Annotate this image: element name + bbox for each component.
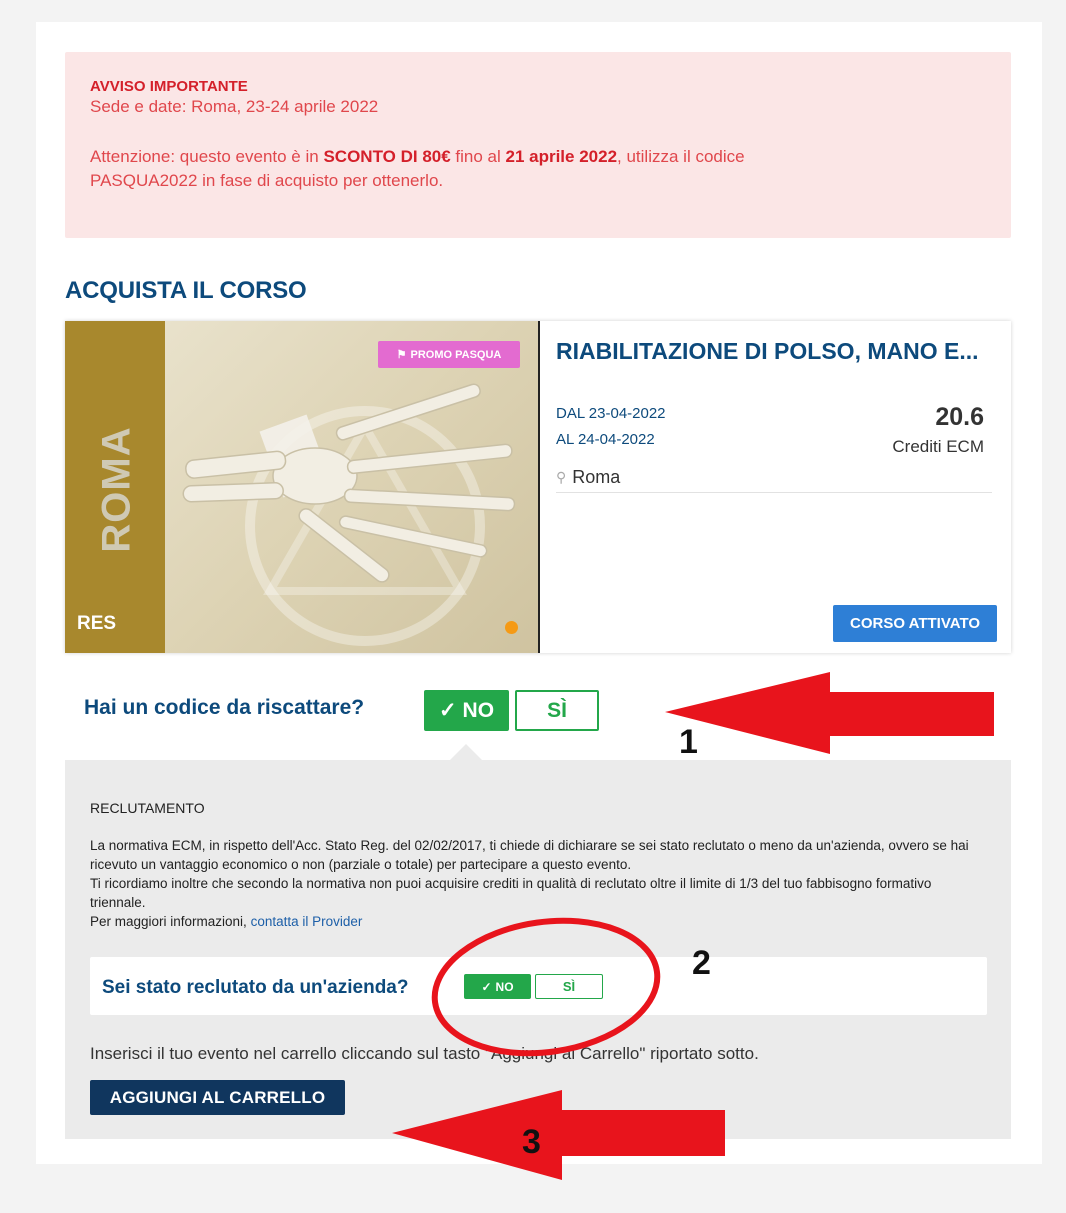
notice-text-part: fino al bbox=[450, 147, 506, 166]
city-band-label: ROMA bbox=[94, 425, 139, 553]
notice-promo-code-text: PASQUA2022 in fase di acquisto per otten… bbox=[90, 171, 444, 190]
recruitment-panel: RECLUTAMENTO La normativa ECM, in rispet… bbox=[65, 760, 1011, 1139]
notice-discount-text: Attenzione: questo evento è in SCONTO DI… bbox=[90, 145, 986, 169]
no-label: NO bbox=[462, 698, 495, 722]
notice-discount-deadline: 21 aprile 2022 bbox=[505, 147, 618, 166]
recruitment-question: Sei stato reclutato da un'azienda? bbox=[102, 977, 409, 998]
course-location: ⚲ Roma bbox=[556, 467, 620, 488]
recruitment-text: Per maggiori informazioni, bbox=[90, 914, 251, 929]
redeem-code-no-button[interactable]: ✓ NO bbox=[424, 690, 509, 731]
no-label: NO bbox=[495, 979, 514, 994]
status-dot bbox=[505, 621, 518, 634]
recruitment-info-line: Per maggiori informazioni, contatta il P… bbox=[90, 912, 970, 931]
notice-location-dates: Sede e date: Roma, 23-24 aprile 2022 bbox=[90, 97, 379, 116]
notice-title: AVVISO IMPORTANTE bbox=[90, 78, 248, 95]
course-date-from: DAL 23-04-2022 bbox=[556, 405, 666, 422]
recruitment-text: La normativa ECM, in rispetto dell'Acc. … bbox=[90, 838, 969, 872]
notice-text-part: , utilizza il codice bbox=[617, 147, 745, 166]
course-date-to: AL 24-04-2022 bbox=[556, 431, 655, 448]
course-activated-button[interactable]: CORSO ATTIVATO bbox=[833, 605, 997, 642]
annotation-number: 1 bbox=[679, 723, 698, 761]
map-pin-icon: ⚲ bbox=[556, 469, 567, 485]
promo-badge-label: PROMO PASQUA bbox=[410, 348, 502, 361]
redeem-code-question: Hai un codice da riscattare? bbox=[84, 696, 365, 719]
cart-hint: Inserisci il tuo evento nel carrello cli… bbox=[90, 1044, 759, 1063]
divider bbox=[556, 492, 992, 493]
course-info: RIABILITAZIONE DI POLSO, MANO E... DAL 2… bbox=[555, 321, 997, 653]
add-to-cart-button[interactable]: AGGIUNGI AL CARRELLO bbox=[90, 1080, 345, 1115]
course-location-label: Roma bbox=[572, 467, 621, 487]
annotation-number: 3 bbox=[522, 1123, 541, 1161]
divider bbox=[538, 321, 540, 653]
flag-icon: ⚑ bbox=[396, 349, 407, 361]
recruitment-description: La normativa ECM, in rispetto dell'Acc. … bbox=[90, 836, 970, 931]
contact-provider-link[interactable]: contatta il Provider bbox=[251, 914, 363, 929]
redeem-code-yes-button[interactable]: SÌ bbox=[515, 690, 599, 731]
recruited-no-button[interactable]: ✓ NO bbox=[464, 974, 531, 999]
promo-badge: ⚑ PROMO PASQUA bbox=[378, 341, 520, 368]
course-title[interactable]: RIABILITAZIONE DI POLSO, MANO E... bbox=[556, 338, 979, 365]
recruited-yes-button[interactable]: SÌ bbox=[535, 974, 603, 999]
ecm-credits-value: 20.6 bbox=[935, 403, 984, 431]
check-icon: ✓ bbox=[481, 979, 492, 994]
notice-text-part: Attenzione: questo evento è in bbox=[90, 147, 324, 166]
course-image[interactable]: ROMA RES ⚑ PROMO PASQUA bbox=[65, 321, 538, 653]
course-type-label: RES bbox=[77, 613, 117, 634]
check-icon: ✓ bbox=[438, 699, 457, 722]
important-notice: AVVISO IMPORTANTE Sede e date: Roma, 23-… bbox=[65, 52, 1011, 238]
section-title: ACQUISTA IL CORSO bbox=[65, 277, 307, 304]
annotation-number: 2 bbox=[692, 944, 711, 982]
course-card: ROMA RES ⚑ PROMO PASQUA RIABILITAZIONE D… bbox=[65, 321, 1011, 653]
recruitment-title: RECLUTAMENTO bbox=[90, 800, 205, 816]
panel-pointer bbox=[449, 744, 483, 761]
notice-discount-amount: SCONTO DI 80€ bbox=[323, 147, 451, 166]
recruitment-text: Ti ricordiamo inoltre che secondo la nor… bbox=[90, 876, 932, 910]
recruitment-question-box: Sei stato reclutato da un'azienda? ✓ NO S… bbox=[90, 957, 987, 1015]
ecm-credits-label: Crediti ECM bbox=[892, 437, 984, 456]
